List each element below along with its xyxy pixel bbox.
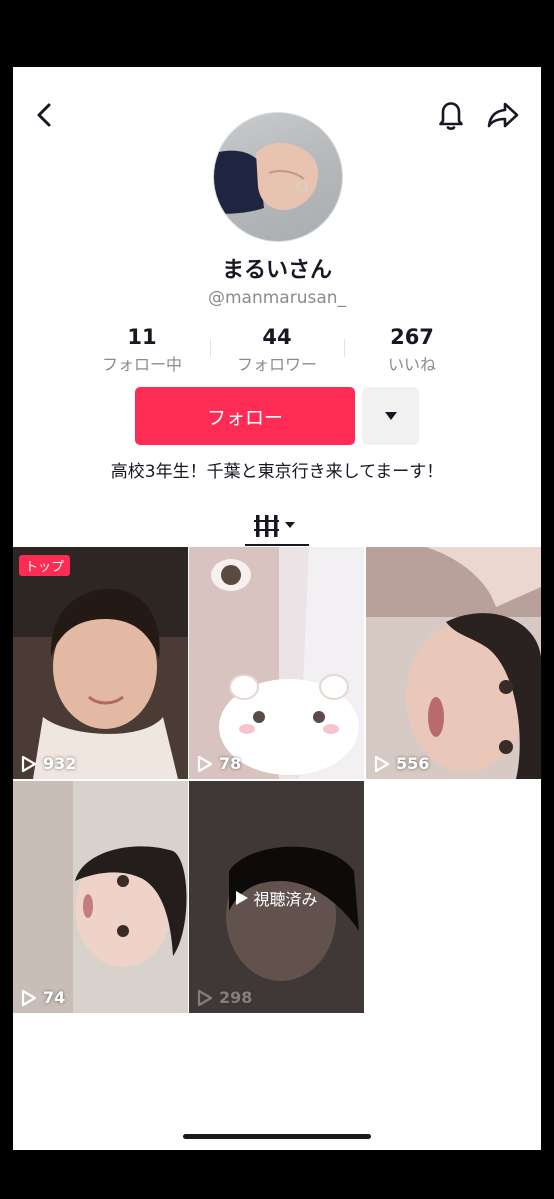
- followers-count: 44: [262, 325, 292, 349]
- play-icon: [197, 989, 213, 1006]
- play-icon: [21, 755, 37, 772]
- bio-text: 高校3年生！千葉と東京行き来してまーす！: [110, 462, 444, 482]
- play-icon: [374, 755, 390, 772]
- bell-icon: [439, 102, 463, 130]
- following-stat[interactable]: 11 フォロー中: [82, 325, 202, 375]
- watched-text: 視聴済み: [253, 890, 318, 909]
- play-icon: [197, 755, 213, 772]
- video-thumbnail: [13, 781, 188, 1013]
- avatar[interactable]: [213, 112, 343, 242]
- view-count: 556: [374, 754, 429, 773]
- likes-count: 267: [390, 325, 434, 349]
- view-count-value: 74: [43, 988, 66, 1007]
- view-count-value: 556: [396, 754, 430, 773]
- watched-label: 視聴済み: [189, 886, 364, 910]
- likes-label: いいね: [387, 355, 436, 374]
- stat-divider: [344, 339, 345, 357]
- tab-indicator: [245, 544, 309, 546]
- avatar-photo: [214, 143, 319, 214]
- followers-label: フォロワー: [236, 355, 317, 374]
- profile-screen: まるいさん @manmarusan_ 11 フォロー中 44 フォロワー 267…: [13, 67, 541, 1150]
- following-count: 11: [127, 325, 157, 349]
- suggested-accounts-button[interactable]: [362, 387, 419, 445]
- view-count-value: 78: [219, 754, 242, 773]
- video-thumbnail: [366, 547, 541, 779]
- video-tile[interactable]: 74: [13, 781, 188, 1013]
- followers-stat[interactable]: 44 フォロワー: [217, 325, 337, 375]
- likes-stat[interactable]: 267 いいね: [352, 325, 472, 375]
- follow-button[interactable]: フォロー: [135, 387, 355, 445]
- tab-videos[interactable]: [245, 505, 309, 547]
- stat-divider: [210, 339, 211, 357]
- video-thumbnail: [13, 547, 188, 779]
- pinned-badge: トップ: [19, 555, 71, 576]
- dropdown-caret-icon: [384, 412, 397, 420]
- video-tile[interactable]: 視聴済み 298: [189, 781, 364, 1013]
- view-count: 298: [197, 988, 252, 1007]
- following-label: フォロー中: [101, 355, 182, 374]
- back-arrow-icon: [37, 103, 51, 127]
- notification-button[interactable]: [431, 95, 471, 135]
- view-count: 74: [21, 988, 65, 1007]
- play-icon: [21, 989, 37, 1006]
- play-icon: [236, 891, 249, 905]
- video-tile[interactable]: 556: [366, 547, 541, 779]
- view-count: 78: [197, 754, 241, 773]
- grid-view-icon: [254, 515, 295, 537]
- share-icon: [487, 102, 519, 128]
- username: @manmarusan_: [207, 288, 347, 308]
- video-tile[interactable]: 78: [189, 547, 364, 779]
- display-name: まるいさん: [221, 258, 332, 283]
- video-thumbnail: [189, 547, 364, 779]
- view-count: 932: [21, 754, 76, 773]
- view-count-value: 932: [43, 754, 77, 773]
- video-tile[interactable]: トップ 932: [13, 547, 188, 779]
- share-button[interactable]: [483, 95, 523, 135]
- home-indicator[interactable]: [183, 1134, 371, 1139]
- view-count-value: 298: [219, 988, 253, 1007]
- back-button[interactable]: [25, 95, 65, 135]
